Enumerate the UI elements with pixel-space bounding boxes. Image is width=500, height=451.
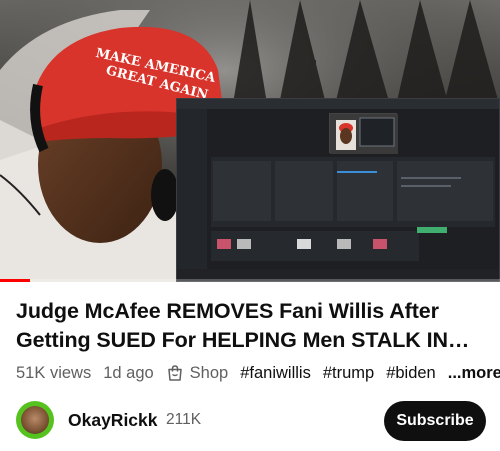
shop-label: Shop — [189, 363, 229, 382]
video-progress-bar[interactable] — [0, 279, 500, 282]
video-title-line-1: Judge McAfee REMOVES Fani Willis After — [16, 299, 439, 323]
subscribe-button[interactable]: Subscribe — [384, 401, 486, 441]
channel-name[interactable]: OkayRickk — [68, 410, 158, 431]
channel-row: OkayRickk 211K Subscribe — [16, 401, 486, 441]
shopping-bag-icon — [167, 365, 182, 381]
video-meta-row[interactable]: 51K views 1d ago Shop #faniwillis #trump… — [16, 362, 500, 384]
hashtag-link[interactable]: #biden — [386, 364, 436, 383]
video-title-line-2: Getting SUED For HELPING Men STALK IN… — [16, 328, 470, 352]
hashtag-link[interactable]: #faniwillis — [240, 364, 311, 383]
more-description-button[interactable]: ...more — [448, 364, 500, 383]
avatar-face — [21, 406, 49, 434]
upload-age: 1d ago — [103, 363, 154, 382]
hashtag-link[interactable]: #trump — [323, 364, 374, 383]
view-count: 51K views — [16, 363, 92, 382]
channel-avatar[interactable] — [16, 401, 54, 439]
video-player[interactable]: MAKE AMERICA GREAT AGAIN — [0, 0, 500, 282]
subscriber-count: 211K — [166, 411, 202, 428]
video-progress-fill — [0, 279, 30, 282]
screen-share-inset — [176, 98, 500, 282]
video-title[interactable]: Judge McAfee REMOVES Fani Willis After G… — [16, 297, 490, 355]
stream-preview — [329, 113, 398, 154]
shop-link[interactable]: Shop — [166, 363, 229, 383]
